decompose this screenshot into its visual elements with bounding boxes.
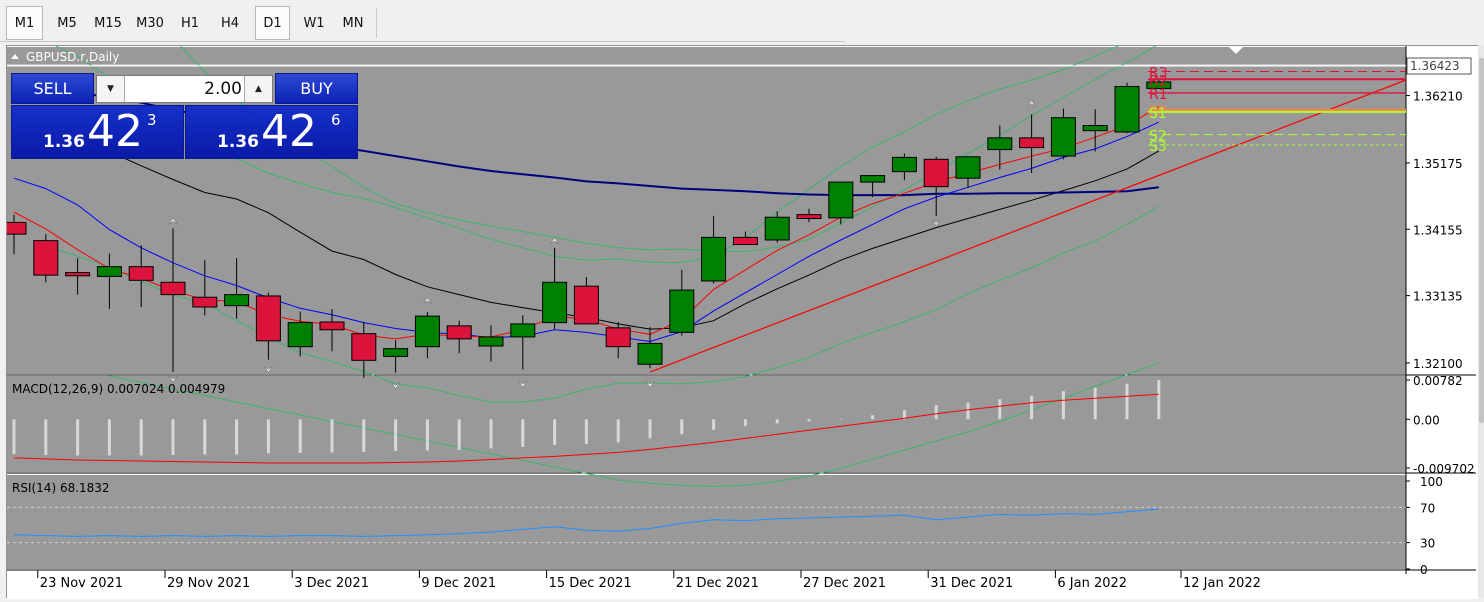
sell-price-pipette: 3: [147, 111, 157, 129]
candle: [1082, 124, 1108, 132]
macd-axis-label: 0.00782: [1413, 374, 1463, 388]
price-axis-label: 1.34155: [1413, 223, 1463, 237]
candle: [796, 214, 822, 220]
candle: [1114, 85, 1140, 133]
candle: [764, 216, 790, 241]
date-axis-label: 15 Dec 2021: [549, 576, 632, 591]
candle: [605, 327, 631, 348]
timeframe-h1[interactable]: H1: [172, 6, 208, 40]
candle: [542, 281, 568, 324]
date-axis-label: 3 Dec 2021: [294, 576, 369, 591]
candle: [192, 296, 218, 308]
price-axis-label: 1.32100: [1413, 357, 1463, 371]
date-axis-label: 31 Dec 2021: [930, 576, 1013, 591]
buy-price-big: 42: [261, 106, 317, 157]
buy-price-pipette: 6: [331, 111, 341, 129]
candle: [33, 240, 59, 276]
candle: [478, 336, 504, 347]
macd-axis-label: -0.009702: [1413, 462, 1475, 476]
candle: [1050, 117, 1076, 157]
date-axis-label: 21 Dec 2021: [676, 576, 759, 591]
candle: [414, 315, 440, 348]
sell-button-label: SELL: [33, 79, 72, 98]
candle: [510, 323, 536, 338]
pivot-label-r1: R1: [1149, 87, 1168, 103]
buy-button-label: BUY: [300, 79, 333, 98]
price-axis-label: 1.35175: [1413, 157, 1463, 171]
buy-price-box[interactable]: 1.36 42 6: [185, 105, 358, 159]
sell-price-big: 42: [87, 106, 143, 157]
timeframe-m30[interactable]: M30: [131, 6, 169, 40]
buy-price-prefix: 1.36: [217, 132, 259, 152]
rsi-indicator-label: RSI(14) 68.1832: [12, 481, 110, 495]
pivot-label-s3: S3: [1149, 139, 1167, 155]
timeframe-m5[interactable]: M5: [49, 6, 85, 40]
candle: [732, 236, 758, 246]
timeframe-m1[interactable]: M1: [6, 6, 43, 40]
rsi-axis-label: 0: [1420, 563, 1428, 577]
candle: [637, 342, 663, 365]
candle: [701, 236, 727, 282]
lot-decrease-button[interactable]: ▼: [97, 76, 125, 102]
candle: [255, 295, 281, 342]
buy-button[interactable]: BUY: [275, 73, 358, 104]
lot-size-input[interactable]: 2.00: [127, 79, 242, 99]
date-axis-label: 9 Dec 2021: [421, 576, 496, 591]
one-click-trading-panel: SELL ▼ 2.00 ▲ BUY 1.36 42 3 1.36 42 6: [11, 73, 358, 159]
chart-window[interactable]: R3 R2 R1 PP S1 S2 S3 1.36423 1.36210 1.35175 1.341…: [6, 45, 1479, 599]
sell-button[interactable]: SELL: [11, 73, 94, 104]
timeframe-m15[interactable]: M15: [87, 6, 129, 40]
pivot-label-s1: S1: [1149, 106, 1167, 122]
vertical-scrollbar-thumb[interactable]: [1479, 58, 1484, 423]
chart-title: GBPUSD.r,Daily: [26, 50, 119, 64]
candle: [955, 156, 981, 179]
candle: [1019, 137, 1045, 149]
rsi-axis-label: 100: [1420, 475, 1443, 489]
candle: [669, 289, 695, 333]
candle: [287, 322, 313, 348]
rsi-axis-label: 30: [1420, 537, 1435, 551]
date-axis-label: 23 Nov 2021: [40, 576, 123, 591]
candle: [860, 175, 886, 183]
rsi-axis-label: 70: [1420, 501, 1435, 515]
candle: [224, 294, 250, 307]
candle: [96, 266, 122, 277]
candle: [987, 137, 1013, 151]
timeframe-d1[interactable]: D1: [255, 6, 290, 40]
lot-increase-button[interactable]: ▲: [244, 76, 272, 102]
candle: [160, 281, 186, 296]
timeframe-mn[interactable]: MN: [334, 6, 372, 40]
triangle-down-icon: ▼: [107, 84, 114, 94]
timeframe-h4[interactable]: H4: [211, 6, 249, 40]
sell-price-box[interactable]: 1.36 42 3: [11, 105, 184, 159]
sell-price-prefix: 1.36: [43, 132, 85, 152]
date-axis-label: 29 Nov 2021: [167, 576, 250, 591]
macd-indicator-label: MACD(12,26,9) 0.007024 0.004979: [12, 382, 225, 396]
candle: [351, 333, 377, 361]
candle: [446, 325, 472, 340]
candle: [65, 272, 91, 277]
date-axis-label: 27 Dec 2021: [803, 576, 886, 591]
candle: [891, 156, 917, 173]
price-axis-label: 1.33135: [1413, 290, 1463, 304]
timeframe-toolbar: M1 M5 M15 M30 H1 H4 D1 W1 MN: [0, 0, 845, 42]
date-axis-label: 12 Jan 2022: [1183, 576, 1261, 591]
rsi-panel-background: [7, 475, 1406, 569]
candle: [923, 158, 949, 188]
toolbar-separator: [376, 8, 377, 38]
candle: [573, 285, 599, 325]
lot-size-field[interactable]: ▼ 2.00 ▲: [96, 75, 273, 103]
timeframe-w1[interactable]: W1: [296, 6, 332, 40]
candle: [383, 348, 409, 357]
candle: [128, 266, 154, 281]
candle: [7, 221, 27, 235]
macd-axis-label: 0.00: [1413, 413, 1440, 427]
current-price-value: 1.36423: [1410, 59, 1460, 73]
triangle-up-icon: ▲: [255, 84, 262, 94]
price-axis-label: 1.36210: [1413, 90, 1463, 104]
candle: [319, 321, 345, 331]
date-axis-label: 6 Jan 2022: [1057, 576, 1127, 591]
candle: [828, 181, 854, 219]
